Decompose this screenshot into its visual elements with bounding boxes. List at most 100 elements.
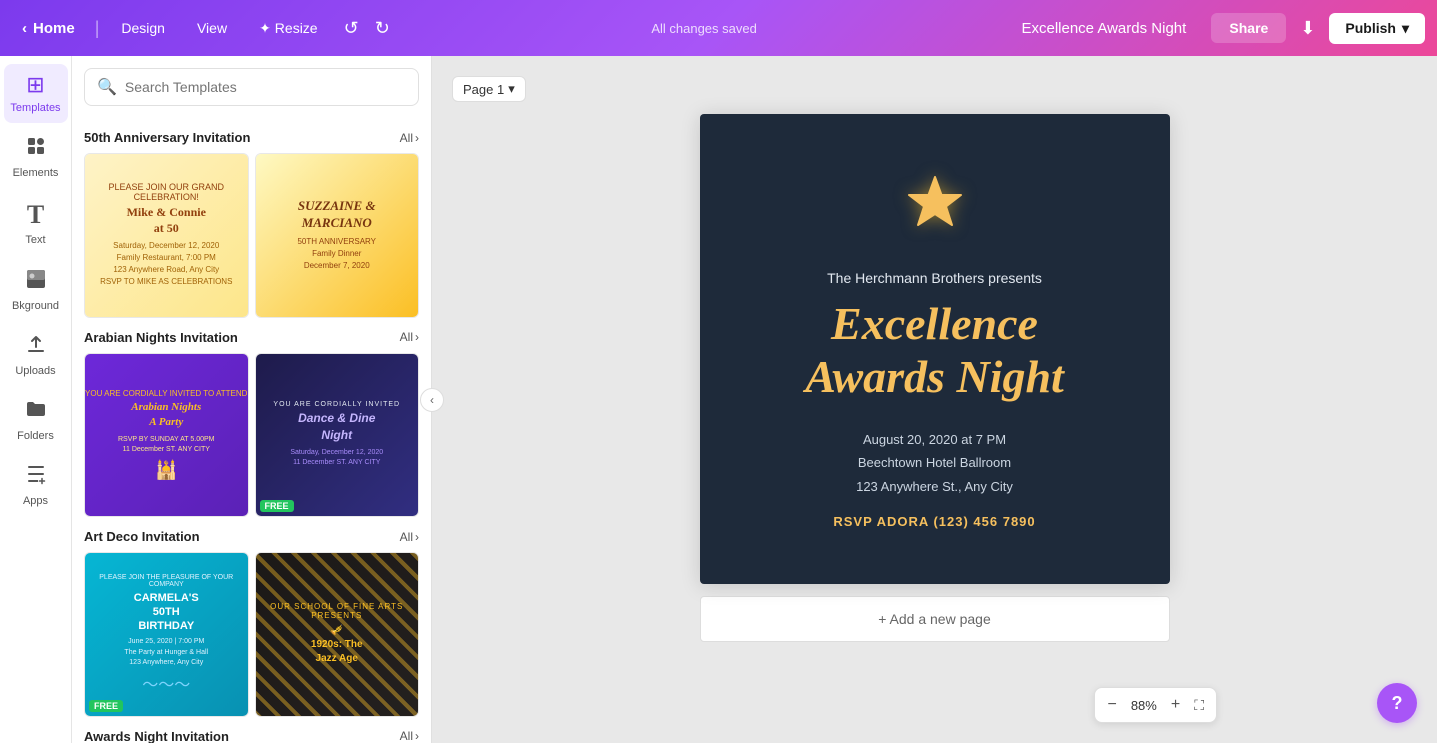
sidebar-item-bkground[interactable]: Bkground	[4, 260, 68, 321]
redo-button[interactable]: ↻	[369, 14, 396, 43]
page-indicator[interactable]: Page 1 ▾	[452, 76, 526, 102]
anniversary-all-link[interactable]: All ›	[400, 131, 419, 145]
sidebar-item-apps[interactable]: Apps	[4, 455, 68, 516]
navbar: ‹ Home | Design View ✦ Resize ↺ ↻ All ch…	[0, 0, 1437, 56]
star-icon	[899, 169, 971, 254]
chevron-left-icon: ‹	[22, 20, 27, 37]
sidebar-item-folders[interactable]: Folders	[4, 390, 68, 451]
sidebar-item-templates-label: Templates	[10, 102, 60, 115]
page-dropdown-icon: ▾	[508, 81, 515, 97]
resize-label: Resize	[275, 20, 318, 36]
home-label: Home	[33, 20, 75, 37]
templates-icon: ⊞	[26, 72, 44, 98]
share-button[interactable]: Share	[1211, 13, 1286, 43]
canvas-area: Page 1 ▾ The Herchmann Brothers presents…	[432, 56, 1437, 743]
awards-all-link[interactable]: All ›	[400, 729, 419, 743]
template-card-mike-connie[interactable]: PLEASE JOIN OUR GRAND CELEBRATION! Mike …	[84, 153, 249, 318]
document-title-input[interactable]	[1004, 20, 1203, 37]
chevron-right-icon-4: ›	[415, 729, 419, 743]
sidebar-item-bkground-label: Bkground	[12, 300, 59, 313]
text-icon: T	[27, 200, 44, 230]
publish-label: Publish	[1345, 20, 1396, 36]
canvas-venue: Beechtown Hotel Ballroom	[856, 451, 1013, 474]
sidebar-item-templates[interactable]: ⊞ Templates	[4, 64, 68, 123]
template-card-arabian[interactable]: YOU ARE CORDIALLY INVITED TO ATTEND Arab…	[84, 353, 249, 518]
undo-button[interactable]: ↺	[338, 14, 365, 43]
resize-button[interactable]: ✦ Resize	[247, 14, 330, 43]
nav-divider: |	[95, 18, 100, 39]
arabian-all-link[interactable]: All ›	[400, 330, 419, 344]
sidebar-item-apps-label: Apps	[23, 495, 48, 508]
icon-sidebar: ⊞ Templates Elements T Text	[0, 56, 72, 743]
artdeco-all-link[interactable]: All ›	[400, 530, 419, 544]
canvas-page[interactable]: The Herchmann Brothers presents Excellen…	[700, 114, 1170, 584]
canvas-title: Excellence Awards Night	[805, 298, 1064, 404]
search-icon: 🔍	[97, 77, 117, 97]
awards-section-header: Awards Night Invitation All ›	[84, 729, 419, 743]
search-input[interactable]	[125, 79, 406, 95]
artdeco-template-grid: PLEASE JOIN THE PLEASURE OF YOUR COMPANY…	[84, 552, 419, 717]
canvas-wrapper: The Herchmann Brothers presents Excellen…	[700, 114, 1170, 642]
apps-icon	[25, 463, 47, 491]
anniversary-section-title: 50th Anniversary Invitation	[84, 130, 250, 145]
templates-panel: 🔍 50th Anniversary Invitation All ›	[72, 56, 432, 743]
free-badge: FREE	[260, 500, 294, 512]
anniversary-section-header: 50th Anniversary Invitation All ›	[84, 130, 419, 145]
canvas-title-line1: Excellence	[831, 298, 1038, 349]
save-status: All changes saved	[651, 21, 757, 36]
sidebar-item-text[interactable]: T Text	[4, 192, 68, 255]
home-button[interactable]: ‹ Home	[12, 14, 85, 43]
view-button[interactable]: View	[185, 14, 239, 42]
arabian-template-grid: YOU ARE CORDIALLY INVITED TO ATTEND Arab…	[84, 353, 419, 518]
undo-redo-group: ↺ ↻	[338, 14, 396, 43]
bkground-icon	[25, 268, 47, 296]
anniversary-template-grid: PLEASE JOIN OUR GRAND CELEBRATION! Mike …	[84, 153, 419, 318]
chevron-right-icon: ›	[415, 131, 419, 145]
zoom-level: 88%	[1125, 698, 1163, 713]
zoom-increase-button[interactable]: +	[1165, 692, 1186, 718]
canvas-rsvp: RSVP ADORA (123) 456 7890	[833, 514, 1035, 529]
search-bar: 🔍	[72, 56, 431, 114]
search-input-wrapper: 🔍	[84, 68, 419, 106]
canvas-address: 123 Anywhere St., Any City	[856, 475, 1013, 498]
sidebar-item-uploads-label: Uploads	[15, 365, 55, 378]
folders-icon	[25, 398, 47, 426]
free-badge-carmela: FREE	[89, 700, 123, 712]
resize-icon: ✦	[259, 20, 271, 37]
zoom-fit-button[interactable]: ⛶	[1188, 693, 1210, 718]
sidebar-item-uploads[interactable]: Uploads	[4, 325, 68, 386]
canvas-date: August 20, 2020 at 7 PM	[856, 428, 1013, 451]
design-button[interactable]: Design	[109, 14, 177, 42]
chevron-right-icon-3: ›	[415, 530, 419, 544]
zoom-controls: − 88% + ⛶	[1094, 687, 1217, 723]
publish-button[interactable]: Publish ▾	[1329, 13, 1425, 44]
arabian-section-title: Arabian Nights Invitation	[84, 330, 238, 345]
nav-center: All changes saved	[412, 21, 997, 36]
hide-panel-button[interactable]: ‹	[420, 388, 444, 412]
main-layout: ⊞ Templates Elements T Text	[0, 56, 1437, 743]
template-card-dance-dine[interactable]: YOU ARE CORDIALLY INVITED Dance & DineNi…	[255, 353, 420, 518]
canvas-date-block: August 20, 2020 at 7 PM Beechtown Hotel …	[856, 428, 1013, 498]
template-card-jazz[interactable]: OUR SCHOOL OF FINE ARTS PRESENTS 🎺1920s:…	[255, 552, 420, 717]
nav-right: Share ⬇ Publish ▾	[1004, 13, 1425, 44]
elements-icon	[25, 135, 47, 163]
template-card-carmela[interactable]: PLEASE JOIN THE PLEASURE OF YOUR COMPANY…	[84, 552, 249, 717]
download-button[interactable]: ⬇	[1294, 14, 1321, 43]
sidebar-item-folders-label: Folders	[17, 430, 54, 443]
sidebar-item-elements-label: Elements	[13, 167, 59, 180]
zoom-decrease-button[interactable]: −	[1101, 692, 1122, 718]
awards-section-title: Awards Night Invitation	[84, 729, 229, 743]
template-card-suzzaine[interactable]: SUZZAINE &MARCIANO 50TH ANNIVERSARYFamil…	[255, 153, 420, 318]
page-label: Page 1	[463, 82, 504, 97]
chevron-right-icon-2: ›	[415, 330, 419, 344]
canvas-title-line2: Awards Night	[805, 351, 1064, 402]
templates-scroll: 50th Anniversary Invitation All › PLEASE…	[72, 114, 431, 743]
uploads-icon	[25, 333, 47, 361]
canvas-presenter: The Herchmann Brothers presents	[827, 270, 1042, 286]
help-button[interactable]: ?	[1377, 683, 1417, 723]
artdeco-section-title: Art Deco Invitation	[84, 529, 200, 544]
publish-chevron-icon: ▾	[1402, 20, 1409, 37]
add-page-button[interactable]: + Add a new page	[700, 596, 1170, 642]
sidebar-item-text-label: Text	[25, 234, 45, 247]
sidebar-item-elements[interactable]: Elements	[4, 127, 68, 188]
